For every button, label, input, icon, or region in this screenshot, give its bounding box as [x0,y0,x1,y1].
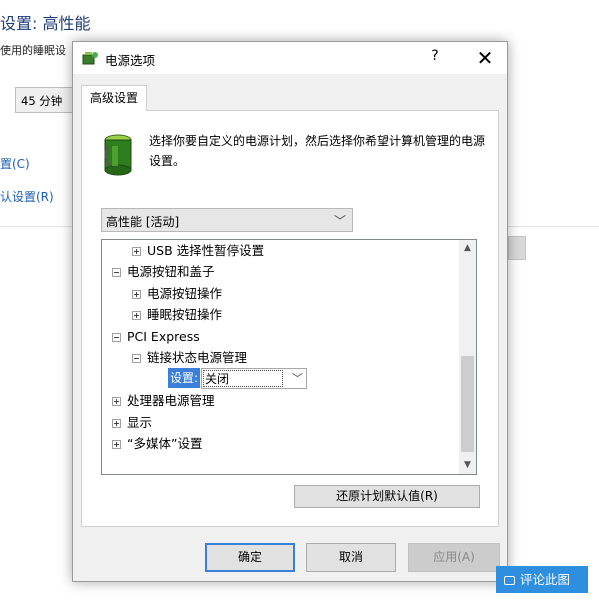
power-options-icon [82,52,98,65]
power-plan-value: 高性能 [活动] [106,215,180,229]
ok-button[interactable]: 确定 [205,543,295,572]
tree-item-label: 电源按钮和盖子 [127,264,215,279]
tree-item-label: 链接状态电源管理 [147,350,248,365]
tree-item[interactable]: 链接状态电源管理 [132,347,247,369]
tree-item[interactable]: PCI Express [112,326,200,348]
power-plan-select[interactable]: 高性能 [活动] ﹀ [101,208,353,232]
collapse-icon[interactable] [112,268,121,277]
tree-item-label: “多媒体”设置 [127,436,203,451]
dialog-titlebar[interactable]: 电源选项 ? ✕ [73,42,507,74]
chevron-down-icon: ﹀ [333,214,346,228]
expand-icon[interactable] [112,397,121,406]
comment-icon [504,576,515,585]
collapse-icon[interactable] [132,354,141,363]
expand-icon[interactable] [132,311,141,320]
tree-item[interactable]: 睡眠按钮操作 [132,304,222,326]
settings-tree[interactable]: USB 选择性暂停设置 电源按钮和盖子 电源按钮操作 睡眠按钮操作 PCI Ex… [101,239,477,475]
tree-item-label: USB 选择性暂停设置 [147,243,265,258]
tree-item[interactable]: 电源按钮和盖子 [112,261,215,283]
close-button[interactable]: ✕ [471,45,499,71]
tree-item[interactable]: 显示 [112,412,152,434]
tree-item[interactable]: “多媒体”设置 [112,433,202,455]
battery-power-icon [104,134,132,176]
tree-item[interactable]: 电源按钮操作 [132,283,222,305]
power-options-dialog: 电源选项 ? ✕ 高级设置 选择你要自定义的电源计划，然后选择你希望计算机管理的… [72,41,508,582]
tree-item[interactable]: USB 选择性暂停设置 [132,240,264,262]
tree-scrollbar[interactable]: ▲ ▼ [459,240,476,474]
expand-icon[interactable] [132,290,141,299]
restore-default-settings-link[interactable]: 认设置(R) [0,188,54,205]
expand-icon[interactable] [132,247,141,256]
tree-item-label: 显示 [127,415,153,430]
intro-text: 选择你要自定义的电源计划，然后选择你希望计算机管理的电源设置。 [149,134,486,168]
change-advanced-settings-link[interactable]: 置(C) [0,155,30,172]
setting-label: 设置: [168,368,200,388]
apply-button[interactable]: 应用(A) [408,543,500,572]
tab-advanced-settings[interactable]: 高级设置 [81,85,147,111]
tree-item[interactable]: 处理器电源管理 [112,390,215,412]
comment-label: 评论此图 [520,572,571,587]
restore-plan-defaults-button[interactable]: 还原计划默认值(R) [294,485,480,508]
tree-item-label: 处理器电源管理 [127,393,215,408]
setting-value: 关闭 [203,370,283,387]
tree-item-label: 电源按钮操作 [147,286,223,301]
cancel-button[interactable]: 取消 [306,543,396,572]
collapse-icon[interactable] [112,333,121,342]
scroll-thumb[interactable] [461,356,474,452]
background-window-title: 设置: 高性能 [0,14,91,33]
background-window-description: 使用的睡眠设 [0,44,66,57]
scroll-up-icon[interactable]: ▲ [459,240,476,257]
comment-button[interactable]: 评论此图 [496,566,588,593]
expand-icon[interactable] [112,419,121,428]
expand-icon[interactable] [112,440,121,449]
chevron-down-icon: ﹀ [292,372,303,385]
dialog-title: 电源选项 [105,53,156,68]
tree-item-label: 睡眠按钮操作 [147,307,223,322]
help-button[interactable]: ? [423,48,447,68]
setting-value-select[interactable]: 关闭 ﹀ [201,368,307,389]
tree-item-label: PCI Express [127,329,200,344]
sleep-time-select[interactable]: 45 分钟 [15,87,75,113]
background-button[interactable] [508,236,526,260]
scroll-down-icon[interactable]: ▼ [459,457,476,474]
